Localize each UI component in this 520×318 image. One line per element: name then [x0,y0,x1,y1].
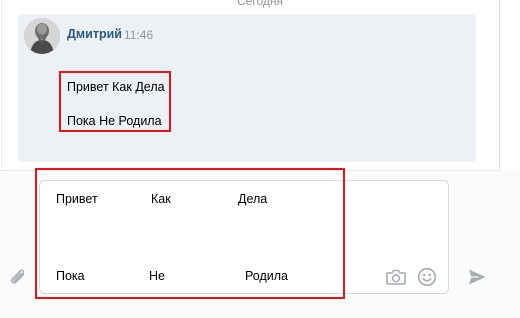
avatar[interactable] [24,18,60,54]
message-author[interactable]: Дмитрий [67,27,122,41]
highlight-frame-input [35,168,345,299]
avatar-photo [24,18,60,54]
message-time[interactable]: 11:46 [124,28,153,42]
chat-history: Сегодня Дмитрий 11:46 Привет Как Дела По… [0,0,520,178]
highlight-frame-message [59,71,171,132]
date-separator: Сегодня [237,0,283,8]
paperclip-icon[interactable] [8,266,28,288]
smile-icon[interactable] [416,266,438,288]
camera-icon[interactable] [385,267,407,287]
send-icon[interactable] [466,266,488,288]
